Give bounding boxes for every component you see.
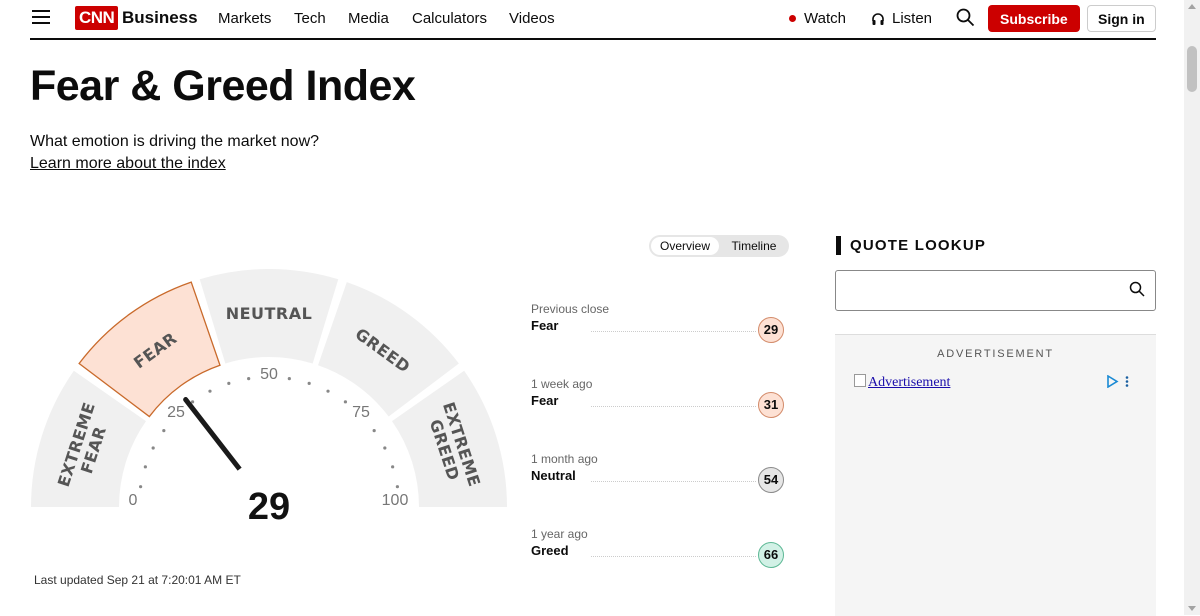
- live-dot-icon: [789, 15, 796, 22]
- ad-label: ADVERTISEMENT: [937, 348, 1054, 360]
- history-rating: Fear: [531, 393, 559, 408]
- history-divider: [591, 331, 756, 332]
- view-toggle: Overview Timeline: [649, 235, 789, 257]
- scroll-down-arrow-icon[interactable]: [1188, 606, 1196, 611]
- history-rating: Greed: [531, 543, 569, 558]
- gauge-tick-100: 100: [382, 492, 409, 509]
- gauge-scale-dot: [372, 428, 376, 433]
- gauge-tick-0: 0: [129, 492, 138, 509]
- listen-link[interactable]: Listen: [871, 10, 932, 27]
- headphones-icon: [872, 12, 884, 25]
- history-divider: [591, 481, 756, 482]
- gauge-score: 29: [248, 486, 290, 528]
- adchoices-button[interactable]: [1106, 374, 1130, 393]
- nav-link-media[interactable]: Media: [348, 10, 389, 27]
- gauge-scale-dot: [208, 389, 212, 393]
- ad-alt-text: Advertisement: [868, 375, 951, 390]
- sign-in-button[interactable]: Sign in: [1087, 5, 1156, 32]
- history-value-badge: 54: [758, 467, 784, 493]
- history-row-previous-close: Previous close Fear 29: [531, 302, 786, 343]
- ad-panel: ADVERTISEMENT Advertisement: [835, 334, 1156, 616]
- nav-link-tech[interactable]: Tech: [294, 10, 326, 27]
- history-row-1-month: 1 month ago Neutral 54: [531, 452, 786, 493]
- listen-label: Listen: [892, 10, 933, 27]
- history-label: 1 year ago: [531, 527, 588, 541]
- top-nav: CNN Business Markets Tech Media Calculat…: [30, 0, 1156, 40]
- history-label: Previous close: [531, 302, 610, 316]
- gauge-tick-75: 75: [352, 404, 370, 421]
- gauge-scale-dot: [227, 381, 231, 385]
- search-icon: [956, 8, 975, 27]
- gauge-tick-25: 25: [167, 404, 185, 421]
- history-row-1-week: 1 week ago Fear 31: [531, 377, 786, 418]
- scrollbar-thumb[interactable]: [1187, 46, 1197, 92]
- gauge-scale-dot: [343, 400, 348, 404]
- search-icon: [1129, 281, 1145, 297]
- broken-image-icon: [854, 374, 866, 387]
- nav-link-markets[interactable]: Markets: [218, 10, 271, 27]
- quote-lookup-box: [835, 270, 1156, 311]
- gauge-tick-50: 50: [260, 366, 278, 383]
- gauge-scale-dot: [395, 485, 399, 489]
- gauge-band-label: NEUTRAL: [226, 304, 313, 323]
- history-value-badge: 29: [758, 317, 784, 343]
- gauge-scale-dot: [143, 465, 147, 469]
- history-label: 1 week ago: [531, 377, 593, 391]
- history-divider: [591, 406, 756, 407]
- nav-link-videos[interactable]: Videos: [509, 10, 555, 27]
- cnn-logo[interactable]: CNN: [75, 6, 119, 30]
- gauge-scale-dot: [139, 485, 143, 489]
- page-subtitle: What emotion is driving the market now?: [30, 133, 320, 150]
- gauge-scale-dot: [326, 389, 330, 393]
- page-title: Fear & Greed Index: [30, 62, 416, 110]
- gauge-scale-dot: [287, 377, 291, 381]
- history-row-1-year: 1 year ago Greed 66: [531, 527, 786, 568]
- watch-label: Watch: [804, 10, 846, 27]
- history-value-badge: 66: [758, 542, 784, 568]
- gauge-scale-dot: [162, 428, 166, 433]
- page-scrollbar[interactable]: [1184, 0, 1200, 615]
- gauge-scale-dot: [190, 400, 195, 404]
- quote-search-button[interactable]: [1129, 281, 1145, 302]
- ad-image-link[interactable]: Advertisement: [854, 374, 950, 391]
- toggle-overview[interactable]: Overview: [651, 237, 719, 255]
- last-updated: Last updated Sep 21 at 7:20:01 AM ET: [34, 573, 241, 587]
- business-section-title[interactable]: Business: [122, 8, 198, 28]
- gauge-scale-dot: [383, 446, 387, 450]
- toggle-timeline[interactable]: Timeline: [721, 237, 787, 255]
- adchoices-icon: [1107, 374, 1129, 389]
- subscribe-button[interactable]: Subscribe: [988, 5, 1080, 32]
- quote-lookup-heading: QUOTE LOOKUP: [836, 236, 986, 255]
- history-divider: [591, 556, 756, 557]
- search-button[interactable]: [956, 8, 975, 27]
- scroll-up-arrow-icon[interactable]: [1188, 4, 1196, 9]
- quote-lookup-input[interactable]: [844, 279, 1118, 303]
- history-rating: Neutral: [531, 468, 576, 483]
- history-rating: Fear: [531, 318, 559, 333]
- history-label: 1 month ago: [531, 452, 598, 466]
- hamburger-menu-icon[interactable]: [32, 10, 50, 24]
- fear-greed-gauge: EXTREMEFEARFEARNEUTRALGREEDEXTREMEGREED …: [31, 269, 507, 543]
- learn-more-link[interactable]: Learn more about the index: [30, 155, 226, 173]
- nav-link-calculators[interactable]: Calculators: [412, 10, 487, 27]
- gauge-scale-dot: [151, 446, 155, 450]
- watch-link[interactable]: Watch: [789, 10, 846, 27]
- gauge-scale-dot: [307, 381, 311, 385]
- history-value-badge: 31: [758, 392, 784, 418]
- gauge-scale-dot: [247, 377, 251, 381]
- gauge-scale-dot: [391, 465, 395, 469]
